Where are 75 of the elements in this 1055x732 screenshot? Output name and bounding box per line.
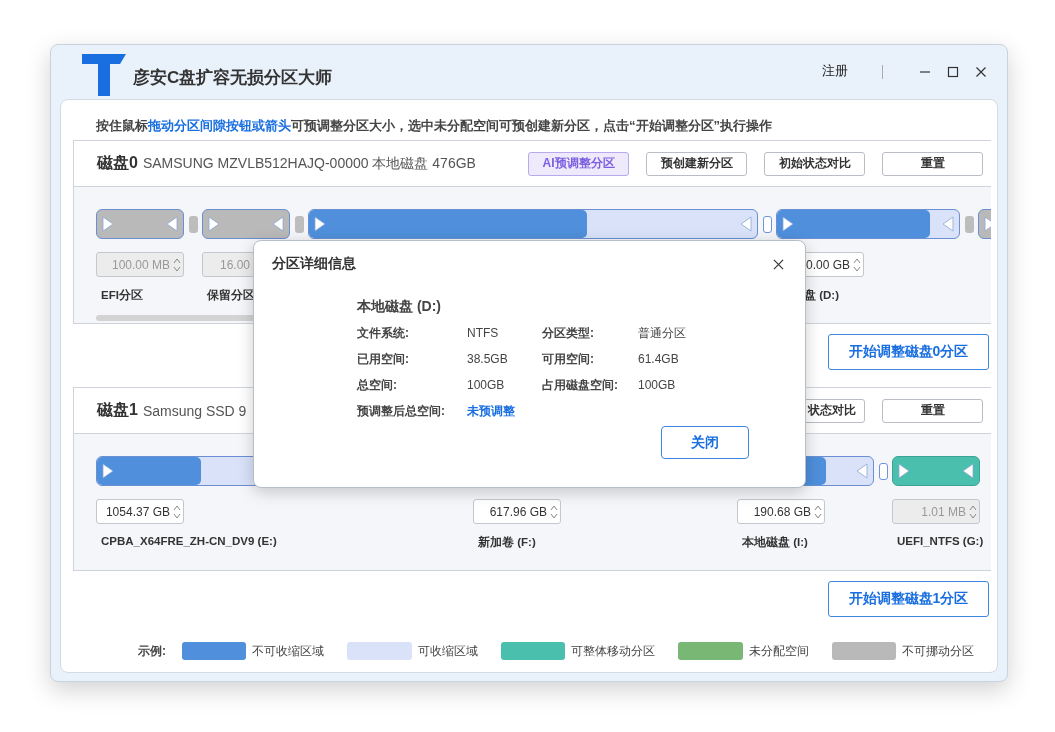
instruction-text: 按住鼠标拖动分区间隙按钮或箭头可预调整分区大小，选中未分配空间可预创建新分区，点击“开始调整分区”执行操作 (95, 117, 773, 135)
partition-label: UEFI_NTFS (G:) (896, 535, 984, 547)
right-arrow-icon[interactable] (782, 216, 794, 232)
property-label: 分区类型: (542, 325, 595, 342)
property-label: 已用空间: (357, 351, 410, 368)
spinner-icon[interactable] (853, 256, 861, 273)
legend-label: 未分配空间 (748, 642, 809, 660)
property-value: 普通分区 (638, 325, 687, 342)
property-label: 预调整后总空间: (357, 403, 446, 420)
logo-icon (82, 54, 126, 96)
toolbar-button[interactable]: 初始状态对比 (764, 151, 865, 176)
property-value: 未预调整 (467, 403, 516, 420)
disk-title: 磁盘0 (97, 153, 138, 173)
partition-label: 本地磁盘 (I:) (741, 535, 808, 550)
toolbar-button[interactable]: 重置 (882, 151, 983, 176)
close-icon[interactable] (975, 66, 987, 78)
left-arrow-icon[interactable] (962, 463, 974, 479)
property-label: 占用磁盘空间: (542, 377, 619, 394)
left-arrow-icon[interactable] (272, 216, 284, 232)
legend-title: 示例: (138, 642, 166, 660)
partition-bar[interactable] (96, 209, 184, 239)
partition-label: CPBA_X64FRE_ZH-CN_DV9 (E:) (100, 535, 277, 547)
legend-label: 可收缩区域 (417, 642, 478, 660)
right-arrow-icon[interactable] (898, 463, 910, 479)
gap-handle[interactable] (762, 215, 772, 233)
partition-bar[interactable] (892, 456, 980, 486)
start-adjust-button[interactable]: 开始调整磁盘1分区 (828, 581, 989, 617)
partition-bar[interactable] (202, 209, 290, 239)
property-label: 文件系统: (357, 325, 410, 342)
property-value: 100GB (638, 377, 677, 394)
legend-label: 可整体移动分区 (571, 642, 656, 660)
spinner-icon[interactable] (814, 503, 822, 520)
size-field[interactable]: 617.96 GB (473, 499, 561, 524)
ai-adjust-button[interactable]: AI预调整分区 (528, 151, 629, 176)
register-link[interactable]: 注册 (822, 62, 848, 80)
disk-title: 磁盘1 (97, 400, 138, 420)
partition-label: EFI分区 (100, 288, 143, 303)
gap-handle[interactable] (294, 215, 304, 233)
spinner-icon[interactable] (550, 503, 558, 520)
maximize-icon[interactable] (947, 66, 959, 78)
close-button[interactable]: 关闭 (661, 426, 749, 459)
property-value: 100GB (467, 377, 506, 394)
property-label: 可用空间: (542, 351, 595, 368)
start-adjust-button[interactable]: 开始调整磁盘0分区 (828, 334, 989, 370)
property-value: 38.5GB (467, 351, 509, 368)
property-value: 61.4GB (638, 351, 680, 368)
right-arrow-icon[interactable] (314, 216, 326, 232)
left-arrow-icon[interactable] (856, 463, 868, 479)
partition-name: 本地磁盘 (D:) (357, 298, 442, 316)
size-field[interactable]: 190.68 GB (737, 499, 825, 524)
property-value: NTFS (467, 325, 500, 342)
partition-bar[interactable] (776, 209, 960, 239)
right-arrow-icon[interactable] (208, 216, 220, 232)
close-icon[interactable] (773, 258, 784, 270)
partition-label: 盘 (D:) (803, 288, 839, 303)
size-field[interactable]: 1054.37 GB (96, 499, 184, 524)
toolbar-button[interactable]: 重置 (882, 398, 983, 423)
gap-handle[interactable] (878, 462, 888, 480)
window-title: 彦安C盘扩容无损分区大师 (133, 66, 333, 89)
toolbar-button[interactable]: 预创建新分区 (646, 151, 747, 176)
partition-bar[interactable] (308, 209, 758, 239)
property-label: 总空间: (357, 377, 398, 394)
legend-label: 不可挪动分区 (902, 642, 975, 660)
disk-description: Samsung SSD 9 (142, 402, 247, 419)
gap-handle[interactable] (188, 215, 198, 233)
gap-handle[interactable] (964, 215, 974, 233)
right-arrow-icon[interactable] (102, 463, 114, 479)
disk-description: SAMSUNG MZVLB512HAJQ-00000 本地磁盘 476GB (142, 154, 476, 173)
right-arrow-icon[interactable] (102, 216, 114, 232)
legend-label: 不可收缩区域 (252, 642, 325, 660)
left-arrow-icon[interactable] (740, 216, 752, 232)
left-arrow-icon[interactable] (942, 216, 954, 232)
spinner-icon[interactable] (173, 503, 181, 520)
partition-label: 新加卷 (F:) (477, 535, 536, 550)
left-arrow-icon[interactable] (166, 216, 178, 232)
